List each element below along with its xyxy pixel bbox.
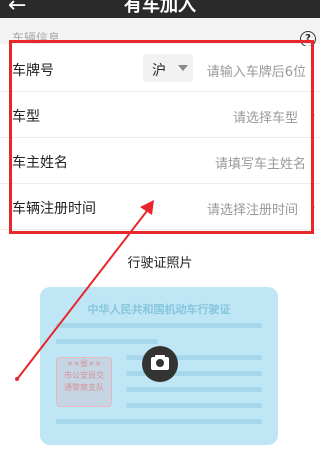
license-photo-title: 行驶证照片 (127, 256, 193, 271)
section-header: 车辆信息 ? (0, 18, 320, 47)
arrow-tail-dot (15, 377, 19, 381)
chevron-right-icon: › (309, 197, 316, 216)
camera-lens (156, 359, 164, 367)
registration-date-select[interactable]: 请选择注册时间 (207, 199, 298, 218)
card-line (126, 387, 262, 392)
help-icon[interactable]: ? (300, 31, 316, 47)
top-bar: ← 有车加入 (0, 0, 320, 18)
owner-name-row[interactable]: 车主姓名 请填写车主姓名 (0, 138, 320, 184)
vehicle-model-row[interactable]: 车型 请选择车型 › (0, 92, 320, 138)
card-line (56, 419, 262, 424)
stamp-line: 市公安局交 (64, 371, 104, 380)
registration-date-row[interactable]: 车辆注册时间 请选择注册时间 › (0, 184, 320, 230)
owner-name-input[interactable]: 请填写车主姓名 (215, 153, 306, 172)
stamp-line: ××省×× (66, 359, 102, 368)
caret-down-icon (178, 65, 188, 71)
card-line (56, 323, 262, 328)
card-line (56, 339, 158, 344)
plate-number-row[interactable]: 车牌号 沪 请输入车牌后6位 (0, 46, 320, 92)
license-upload-card[interactable]: 中华人民共和国机动车行驶证 ××省×× 市公安局交 通警察支队 (40, 287, 278, 445)
section-label: 车辆信息 (12, 31, 61, 45)
stamp-line: 通警察支队 (64, 383, 104, 392)
owner-name-label: 车主姓名 (12, 155, 68, 171)
province-select[interactable]: 沪 (143, 54, 193, 82)
registration-date-label: 车辆注册时间 (12, 201, 96, 217)
card-heading: 中华人民共和国机动车行驶证 (87, 303, 231, 316)
card-line (126, 403, 262, 408)
chevron-right-icon: › (309, 105, 316, 124)
vehicle-model-label: 车型 (12, 109, 40, 125)
vehicle-form: 车牌号 沪 请输入车牌后6位 车型 请选择车型 › 车主姓名 请填写车主姓名 车… (0, 46, 320, 230)
camera-icon[interactable] (142, 346, 178, 382)
seal-stamp: ××省×× 市公安局交 通警察支队 (56, 357, 112, 407)
plate-number-label: 车牌号 (12, 63, 54, 79)
vehicle-model-select[interactable]: 请选择车型 (233, 107, 298, 126)
province-value: 沪 (152, 63, 166, 79)
plate-number-input[interactable]: 请输入车牌后6位 (207, 61, 306, 80)
page-title: 有车加入 (124, 0, 196, 16)
